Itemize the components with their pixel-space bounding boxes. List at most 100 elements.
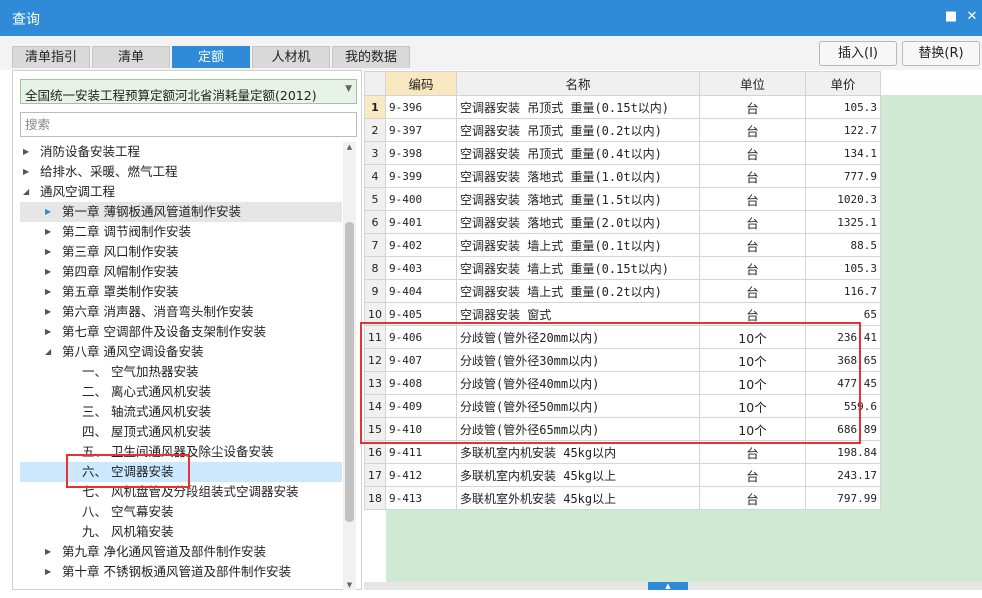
tree-node[interactable]: ▶ 给排水、采暖、燃气工程 xyxy=(20,162,342,182)
tree-node[interactable]: ▶ 第一章 薄钢板通风管道制作安装 xyxy=(20,202,342,222)
header-code[interactable]: 编码 xyxy=(385,71,457,96)
tab-my-data[interactable]: 我的数据 xyxy=(332,46,410,68)
replace-button[interactable]: 替换(R) xyxy=(902,41,980,66)
table-row[interactable]: 12 9-407 分歧管(管外径30mm以内) 10个 368.65 xyxy=(364,348,881,372)
cell-name[interactable]: 分歧管(管外径40mm以内) xyxy=(456,371,700,395)
table-row[interactable]: 1 9-396 空调器安装 吊顶式 重量(0.15t以内) 台 105.3 xyxy=(364,95,881,119)
cell-name[interactable]: 空调器安装 落地式 重量(1.0t以内) xyxy=(456,164,700,188)
cell-name[interactable]: 空调器安装 墙上式 重量(0.2t以内) xyxy=(456,279,700,303)
cell-name[interactable]: 分歧管(管外径50mm以内) xyxy=(456,394,700,418)
cell-unit[interactable]: 台 xyxy=(699,233,806,257)
cell-code[interactable]: 9-400 xyxy=(385,187,457,211)
maximize-icon[interactable]: ■ xyxy=(943,9,959,25)
tab-qingdan-zhiyin[interactable]: 清单指引 xyxy=(12,46,90,68)
search-field[interactable] xyxy=(20,112,357,137)
cell-unit[interactable]: 台 xyxy=(699,486,806,510)
table-row[interactable]: 16 9-411 多联机室内机安装 45kg以内台 198.84 xyxy=(364,440,881,464)
cell-name[interactable]: 分歧管(管外径65mm以内) xyxy=(456,417,700,441)
tree-node[interactable]: ▶ 消防设备安装工程 xyxy=(20,142,342,162)
cell-unit[interactable]: 台 xyxy=(699,95,806,119)
cell-name[interactable]: 空调器安装 吊顶式 重量(0.4t以内) xyxy=(456,141,700,165)
tree-node[interactable]: ▶ 第二章 调节阀制作安装 xyxy=(20,222,342,242)
collapse-arrow-icon[interactable]: ▶ xyxy=(45,302,55,322)
cell-code[interactable]: 9-398 xyxy=(385,141,457,165)
cell-price[interactable]: 477.45 xyxy=(805,371,881,395)
cell-unit[interactable]: 台 xyxy=(699,118,806,142)
tree-node[interactable]: 六、 空调器安装 xyxy=(20,462,342,482)
cell-name[interactable]: 空调器安装 吊顶式 重量(0.15t以内) xyxy=(456,95,700,119)
table-row[interactable]: 15 9-410 分歧管(管外径65mm以内) 10个 686.89 xyxy=(364,417,881,441)
tab-rencaiji[interactable]: 人材机 xyxy=(252,46,330,68)
grid-hscrollbar[interactable]: ▲ xyxy=(364,582,982,590)
cell-code[interactable]: 9-410 xyxy=(385,417,457,441)
table-row[interactable]: 13 9-408 分歧管(管外径40mm以内) 10个 477.45 xyxy=(364,371,881,395)
cell-unit[interactable]: 台 xyxy=(699,440,806,464)
cell-name[interactable]: 空调器安装 落地式 重量(2.0t以内) xyxy=(456,210,700,234)
tree-node[interactable]: 八、 空气幕安装 xyxy=(20,502,342,522)
tree-node[interactable]: ▶ 第六章 消声器、消音弯头制作安装 xyxy=(20,302,342,322)
table-row[interactable]: 6 9-401 空调器安装 落地式 重量(2.0t以内) 台 1325.1 xyxy=(364,210,881,234)
cell-price[interactable]: 236.41 xyxy=(805,325,881,349)
scroll-up-icon[interactable]: ▲ xyxy=(343,142,356,152)
cell-code[interactable]: 9-412 xyxy=(385,463,457,487)
tab-dinge[interactable]: 定额 xyxy=(172,46,250,68)
cell-name[interactable]: 空调器安装 窗式 xyxy=(456,302,700,326)
tree-node[interactable]: ◢ 通风空调工程 xyxy=(20,182,342,202)
cell-name[interactable]: 多联机室外机安装 45kg以上 xyxy=(456,486,700,510)
cell-unit[interactable]: 台 xyxy=(699,164,806,188)
cell-price[interactable]: 1020.3 xyxy=(805,187,881,211)
collapse-arrow-icon[interactable]: ▶ xyxy=(45,282,55,302)
table-row[interactable]: 7 9-402 空调器安装 墙上式 重量(0.1t以内) 台 88.5 xyxy=(364,233,881,257)
cell-code[interactable]: 9-403 xyxy=(385,256,457,280)
expand-arrow-icon[interactable]: ◢ xyxy=(45,342,55,362)
cell-unit[interactable]: 台 xyxy=(699,141,806,165)
cell-price[interactable]: 559.6 xyxy=(805,394,881,418)
cell-code[interactable]: 9-401 xyxy=(385,210,457,234)
tree-node[interactable]: ▶ 第三章 风口制作安装 xyxy=(20,242,342,262)
table-row[interactable]: 5 9-400 空调器安装 落地式 重量(1.5t以内) 台 1020.3 xyxy=(364,187,881,211)
cell-code[interactable]: 9-408 xyxy=(385,371,457,395)
table-row[interactable]: 11 9-406 分歧管(管外径20mm以内) 10个 236.41 xyxy=(364,325,881,349)
tree-node[interactable]: 九、 风机箱安装 xyxy=(20,522,342,542)
collapse-arrow-icon[interactable]: ▶ xyxy=(45,202,55,222)
cell-code[interactable]: 9-399 xyxy=(385,164,457,188)
cell-unit[interactable]: 10个 xyxy=(699,371,806,395)
header-unit[interactable]: 单位 xyxy=(699,71,806,96)
table-row[interactable]: 4 9-399 空调器安装 落地式 重量(1.0t以内) 台 777.9 xyxy=(364,164,881,188)
search-input[interactable] xyxy=(25,114,345,135)
cell-price[interactable]: 116.7 xyxy=(805,279,881,303)
tree-node[interactable]: 一、 空气加热器安装 xyxy=(20,362,342,382)
table-row[interactable]: 9 9-404 空调器安装 墙上式 重量(0.2t以内) 台 116.7 xyxy=(364,279,881,303)
cell-name[interactable]: 分歧管(管外径30mm以内) xyxy=(456,348,700,372)
cell-code[interactable]: 9-413 xyxy=(385,486,457,510)
cell-name[interactable]: 分歧管(管外径20mm以内) xyxy=(456,325,700,349)
cell-unit[interactable]: 10个 xyxy=(699,325,806,349)
table-row[interactable]: 3 9-398 空调器安装 吊顶式 重量(0.4t以内) 台 134.1 xyxy=(364,141,881,165)
cell-price[interactable]: 243.17 xyxy=(805,463,881,487)
tree-scroll-thumb[interactable] xyxy=(345,222,354,522)
tab-qingdan[interactable]: 清单 xyxy=(92,46,170,68)
cell-name[interactable]: 多联机室内机安装 45kg以内 xyxy=(456,440,700,464)
cell-price[interactable]: 88.5 xyxy=(805,233,881,257)
cell-price[interactable]: 368.65 xyxy=(805,348,881,372)
expand-arrow-icon[interactable]: ◢ xyxy=(23,182,33,202)
cell-price[interactable]: 1325.1 xyxy=(805,210,881,234)
collapse-arrow-icon[interactable]: ▶ xyxy=(23,142,33,162)
close-icon[interactable]: ✕ xyxy=(964,9,980,25)
collapse-arrow-icon[interactable]: ▶ xyxy=(45,262,55,282)
collapse-arrow-icon[interactable]: ▶ xyxy=(45,242,55,262)
tree-node[interactable]: ▶ 第五章 罩类制作安装 xyxy=(20,282,342,302)
tree-node[interactable]: 七、 风机盘管及分段组装式空调器安装 xyxy=(20,482,342,502)
header-price[interactable]: 单价 xyxy=(805,71,881,96)
cell-code[interactable]: 9-402 xyxy=(385,233,457,257)
table-row[interactable]: 8 9-403 空调器安装 墙上式 重量(0.15t以内) 台 105.3 xyxy=(364,256,881,280)
table-row[interactable]: 10 9-405 空调器安装 窗式台 65 xyxy=(364,302,881,326)
cell-name[interactable]: 空调器安装 落地式 重量(1.5t以内) xyxy=(456,187,700,211)
tree-node[interactable]: ▶ 第九章 净化通风管道及部件制作安装 xyxy=(20,542,342,562)
tree-node[interactable]: ▶ 第四章 风帽制作安装 xyxy=(20,262,342,282)
cell-price[interactable]: 134.1 xyxy=(805,141,881,165)
table-row[interactable]: 17 9-412 多联机室内机安装 45kg以上台 243.17 xyxy=(364,463,881,487)
cell-code[interactable]: 9-407 xyxy=(385,348,457,372)
cell-price[interactable]: 105.3 xyxy=(805,95,881,119)
table-row[interactable]: 14 9-409 分歧管(管外径50mm以内) 10个 559.6 xyxy=(364,394,881,418)
